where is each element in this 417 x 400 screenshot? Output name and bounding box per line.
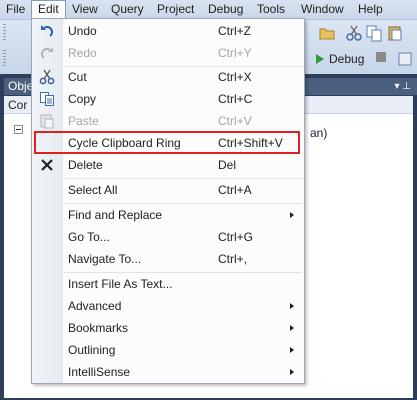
menu-item-label: Redo	[68, 46, 97, 60]
menu-item-redo[interactable]: Redo Ctrl+Y	[32, 43, 304, 63]
folder-icon[interactable]	[318, 24, 336, 42]
menu-item-label: Delete	[68, 158, 103, 172]
menu-item-undo[interactable]: Undo Ctrl+Z	[32, 21, 304, 41]
menu-window[interactable]: Window	[295, 0, 350, 19]
submenu-arrow-icon	[290, 325, 294, 331]
menu-separator	[64, 203, 302, 204]
toolbar-grip[interactable]	[3, 24, 6, 42]
delete-icon	[39, 157, 55, 173]
menu-item-go-to[interactable]: Go To... Ctrl+G	[32, 227, 304, 247]
menu-item-label: Copy	[68, 92, 97, 106]
menu-item-shortcut: Ctrl+A	[218, 183, 252, 197]
submenu-arrow-icon	[290, 347, 294, 353]
menu-help[interactable]: Help	[352, 0, 389, 19]
copy-icon	[39, 91, 55, 107]
submenu-arrow-icon	[290, 303, 294, 309]
menu-separator	[64, 178, 302, 179]
menu-item-select-all[interactable]: Select All Ctrl+A	[32, 180, 304, 200]
copy-toolbar-icon[interactable]	[365, 24, 383, 42]
menu-item-label: Go To...	[68, 230, 110, 244]
paste-toolbar-icon[interactable]	[386, 24, 404, 42]
stop-icon[interactable]	[376, 52, 386, 62]
menu-item-label: Undo	[68, 24, 97, 38]
menu-item-find-and-replace[interactable]: Find and Replace	[32, 205, 304, 225]
menu-query[interactable]: Query	[105, 0, 150, 19]
menu-item-label: Bookmarks	[68, 321, 129, 335]
cut-toolbar-icon[interactable]	[345, 24, 363, 42]
menu-debug[interactable]: Debug	[202, 0, 249, 19]
menu-item-label: Select All	[68, 183, 118, 197]
menu-item-shortcut: Ctrl+X	[218, 70, 252, 84]
cut-icon	[39, 69, 55, 85]
play-icon	[316, 54, 324, 64]
redo-icon	[39, 45, 55, 61]
tree-node-label[interactable]: an)	[310, 126, 327, 140]
paste-icon	[39, 113, 55, 129]
menu-separator	[64, 272, 302, 273]
menu-item-shortcut: Del	[218, 158, 237, 172]
menu-item-shortcut: Ctrl+G	[218, 230, 254, 244]
menu-item-label: Outlining	[68, 343, 116, 357]
menu-item-label: Advanced	[68, 299, 122, 313]
menu-item-intellisense[interactable]: IntelliSense	[32, 362, 304, 382]
menu-edit[interactable]: Edit	[31, 0, 66, 19]
menu-item-advanced[interactable]: Advanced	[32, 296, 304, 316]
menu-view[interactable]: View	[66, 0, 104, 19]
debug-label: Debug	[329, 52, 365, 66]
menu-item-shortcut: Ctrl+Y	[218, 46, 252, 60]
menu-item-label: Insert File As Text...	[68, 277, 173, 291]
menu-item-insert-file-as-text[interactable]: Insert File As Text...	[32, 274, 304, 294]
tree-collapse-icon[interactable]	[14, 125, 23, 134]
menu-item-label: Navigate To...	[68, 252, 142, 266]
menu-item-cut[interactable]: Cut Ctrl+X	[32, 67, 304, 87]
menu-item-navigate-to[interactable]: Navigate To... Ctrl+,	[32, 249, 304, 269]
menu-item-outlining[interactable]: Outlining	[32, 340, 304, 360]
menu-item-shortcut: Ctrl+V	[218, 114, 252, 128]
menu-tools[interactable]: Tools	[251, 0, 291, 19]
annotation-highlight-box	[34, 131, 300, 154]
panel-title: Obje	[8, 79, 34, 93]
menu-item-label: Find and Replace	[68, 208, 163, 222]
menu-item-bookmarks[interactable]: Bookmarks	[32, 318, 304, 338]
menu-item-shortcut: Ctrl+Z	[218, 24, 251, 38]
toolbar-icon[interactable]	[396, 50, 414, 68]
menu-item-shortcut: Ctrl+,	[218, 252, 248, 266]
menu-item-label: Cut	[68, 70, 87, 84]
menu-item-paste[interactable]: Paste Ctrl+V	[32, 111, 304, 131]
menu-file[interactable]: File	[0, 0, 31, 19]
menu-project[interactable]: Project	[151, 0, 200, 19]
menu-item-delete[interactable]: Delete Del	[32, 155, 304, 175]
menu-item-label: Paste	[68, 114, 99, 128]
submenu-arrow-icon	[290, 369, 294, 375]
menu-item-label: IntelliSense	[68, 365, 131, 379]
undo-icon	[39, 23, 55, 39]
toolbar-grip-2[interactable]	[3, 50, 6, 68]
submenu-arrow-icon	[290, 212, 294, 218]
edit-menu-dropdown: Undo Ctrl+Z Redo Ctrl+Y Cut Ctrl+X Copy …	[31, 18, 305, 384]
menu-item-shortcut: Ctrl+C	[218, 92, 253, 106]
pin-icon[interactable]: ▾ ⊥	[394, 78, 411, 95]
start-debug-button[interactable]: Debug	[316, 50, 364, 68]
menu-bar: File Edit View Query Project Debug Tools…	[0, 0, 417, 20]
menu-item-copy[interactable]: Copy Ctrl+C	[32, 89, 304, 109]
